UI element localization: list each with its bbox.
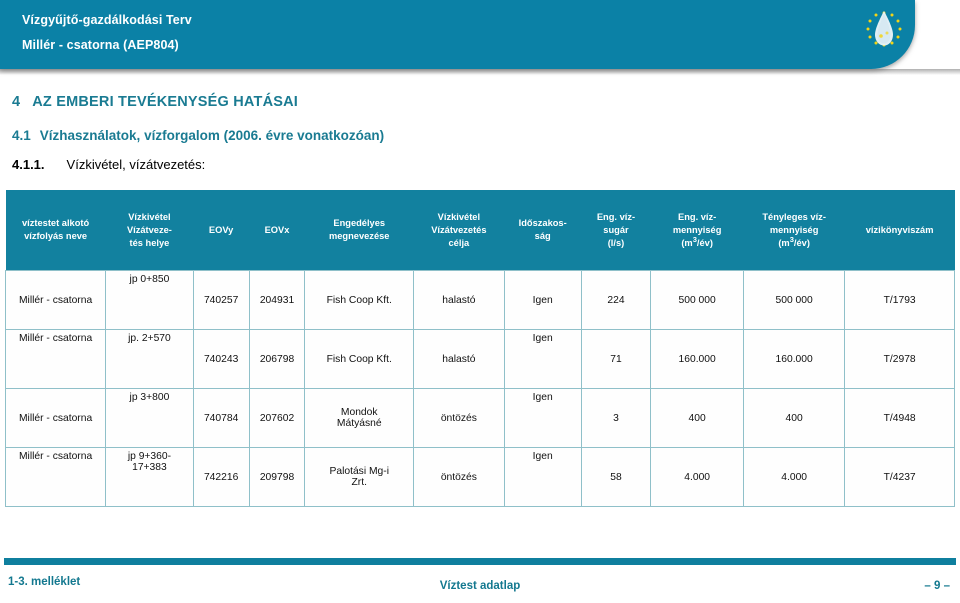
section-heading: 4 AZ EMBERI TEVÉKENYSÉG HATÁSAI [12, 94, 298, 110]
cell-eovy: 740784 [192, 388, 250, 448]
cell-regnumber: T/4948 [844, 388, 955, 448]
cell-purpose: öntözés [413, 388, 505, 448]
cell-purpose: öntözés [413, 447, 505, 507]
col-header-jet: Eng. víz-sugár (l/s) [581, 190, 651, 271]
subsubsection-heading: 4.1.1. Vízkivétel, vízátvezetés: [12, 157, 205, 172]
page-header-banner: Vízgyűjtő-gazdálkodási Terv Millér - csa… [0, 0, 915, 69]
water-droplet-eu-stars-logo [855, 6, 913, 64]
footer-page-number: – 9 – [924, 580, 950, 592]
cell-seasonal: Igen [503, 388, 582, 448]
footer-divider [4, 558, 956, 565]
cell-permittee: Fish Coop Kft. [304, 329, 415, 389]
cell-eovx: 207602 [248, 388, 306, 448]
table-row: Millér - csatorna jp 3+800 740784 207602… [4, 388, 955, 448]
cell-name: Millér - csatorna [4, 388, 107, 448]
cell-place: jp 9+360- 17+383 [105, 447, 194, 507]
cell-permitted: 160.000 [650, 329, 745, 389]
cell-actual: 160.000 [743, 329, 846, 389]
cell-eovy: 740243 [192, 329, 250, 389]
subsubsection-title: Vízkivétel, vízátvezetés: [66, 157, 206, 172]
cell-permitted: 500 000 [650, 270, 745, 330]
cell-jet: 224 [580, 270, 652, 330]
water-abstraction-table-wrapper: víztestet alkotó vízfolyás neve Vízkivéte… [4, 190, 955, 507]
banner-title-group: Vízgyűjtő-gazdálkodási Terv Millér - csa… [22, 9, 192, 56]
col-header-eovx: EOVx [249, 190, 305, 271]
cell-name: Millér - csatorna [4, 270, 107, 330]
cell-regnumber: T/2978 [844, 329, 955, 389]
section-number: 4 [12, 94, 21, 110]
cell-actual: 400 [743, 388, 846, 448]
subsubsection-number: 4.1.1. [12, 157, 45, 172]
col-header-actual: Tényleges víz-mennyiség (m3/év) [743, 190, 845, 271]
table-body: Millér - csatorna jp 0+850 740257 204931… [4, 270, 955, 507]
cell-permittee: Palotási Mg-i Zrt. [304, 447, 415, 507]
section-title: AZ EMBERI TEVÉKENYSÉG HATÁSAI [32, 94, 299, 110]
col-header-purpose: Vízkivétel Vízátvezetés célja [413, 190, 505, 271]
cell-seasonal: Igen [503, 329, 582, 389]
cell-regnumber: T/4237 [844, 447, 955, 507]
cell-actual: 500 000 [743, 270, 846, 330]
subsection-heading: 4.1 Vízhasználatok, vízforgalom (2006. év… [12, 128, 384, 143]
cell-actual: 4.000 [743, 447, 846, 507]
cell-purpose: halastó [413, 329, 505, 389]
table-head: víztestet alkotó vízfolyás neve Vízkivéte… [5, 190, 955, 271]
cell-jet: 71 [580, 329, 652, 389]
cell-permitted: 400 [650, 388, 745, 448]
cell-eovx: 204931 [248, 270, 306, 330]
banner-drop-shadow [0, 69, 960, 75]
col-header-permittee: Engedélyes megnevezése [304, 190, 414, 271]
cell-permitted: 4.000 [650, 447, 745, 507]
cell-seasonal: Igen [503, 447, 582, 507]
col-header-permitted: Eng. víz-mennyiség (m3/év) [650, 190, 744, 271]
cell-name: Millér - csatorna [4, 447, 107, 507]
water-abstraction-table: víztestet alkotó vízfolyás neve Vízkivéte… [4, 190, 955, 507]
cell-place: jp 0+850 [105, 270, 194, 330]
col-header-place: Vízkivétel Vízátveze-tés helye [105, 190, 194, 271]
table-header-row: víztestet alkotó vízfolyás neve Vízkivéte… [5, 190, 955, 271]
table-row: Millér - csatorna jp. 2+570 740243 20679… [4, 329, 955, 389]
cell-jet: 58 [580, 447, 652, 507]
col-header-eovy: EOVy [193, 190, 250, 271]
cell-eovx: 206798 [248, 329, 306, 389]
col-header-seasonal: Időszakos-ság [504, 190, 582, 271]
cell-regnumber: T/1793 [844, 270, 955, 330]
cell-permittee: Mondok Mátyásné [304, 388, 415, 448]
cell-eovy: 742216 [192, 447, 250, 507]
cell-place: jp 3+800 [105, 388, 194, 448]
cell-name: Millér - csatorna [4, 329, 107, 389]
table-row: Millér - csatorna jp 9+360- 17+383 742216… [4, 447, 955, 507]
document-title: Vízgyűjtő-gazdálkodási Terv [22, 13, 192, 27]
cell-eovx: 209798 [248, 447, 306, 507]
subsection-title: Vízhasználatok, vízforgalom (2006. évre … [39, 128, 385, 143]
col-header-name: víztestet alkotó vízfolyás neve [5, 190, 106, 271]
cell-jet: 3 [580, 388, 652, 448]
cell-purpose: halastó [413, 270, 505, 330]
cell-eovy: 740257 [192, 270, 250, 330]
subsection-number: 4.1 [12, 128, 31, 143]
table-row: Millér - csatorna jp 0+850 740257 204931… [4, 270, 955, 330]
col-header-regnumber: vízikönyviszám [844, 190, 955, 271]
footer-doc-label: Víztest adatlap [439, 580, 521, 592]
cell-permittee: Fish Coop Kft. [304, 270, 415, 330]
cell-seasonal: Igen [503, 270, 582, 330]
water-body-subtitle: Millér - csatorna (AEP804) [22, 38, 179, 52]
cell-place: jp. 2+570 [105, 329, 194, 389]
